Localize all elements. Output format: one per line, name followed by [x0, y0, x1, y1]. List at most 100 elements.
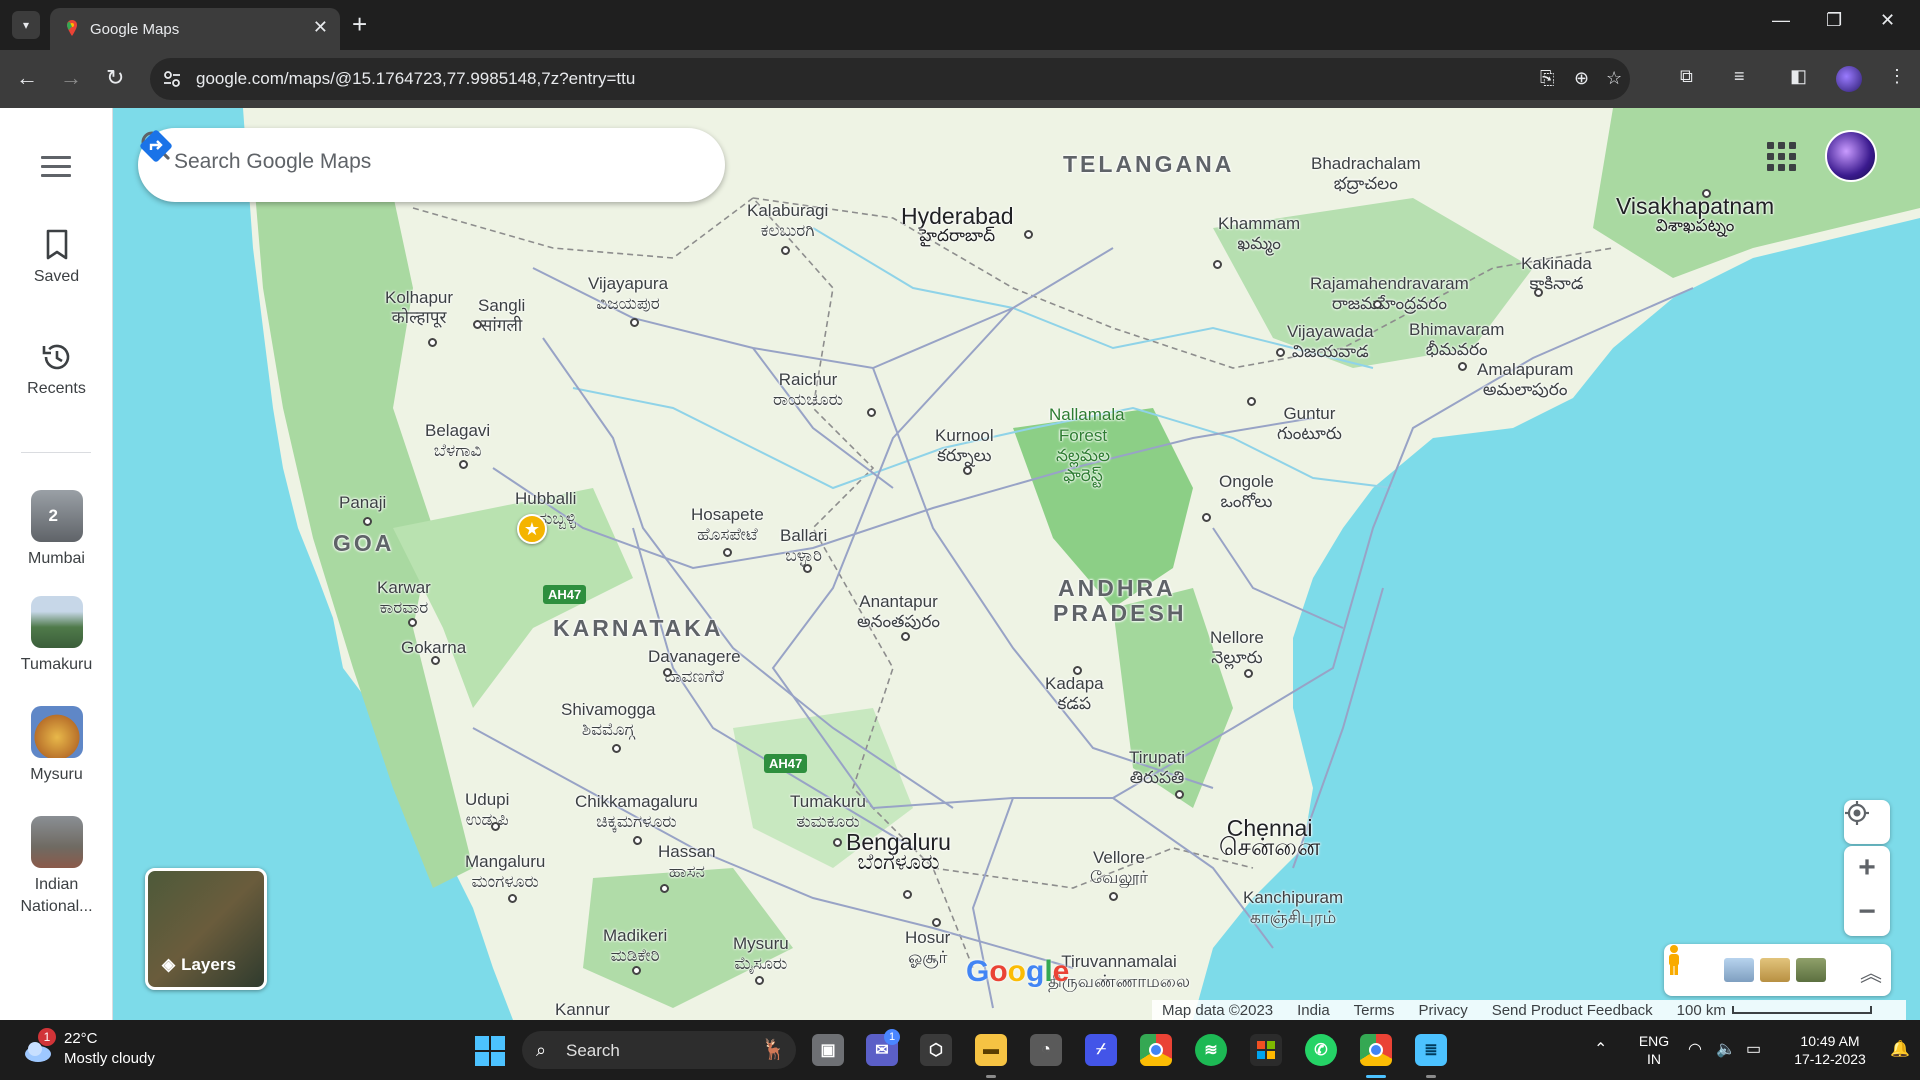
- place-sangli[interactable]: Sangli सांगली: [478, 296, 525, 336]
- place-gokarna[interactable]: Gokarna: [401, 638, 466, 658]
- place-panaji[interactable]: Panaji: [339, 493, 386, 513]
- minimize-icon[interactable]: —: [1772, 10, 1790, 31]
- account-avatar[interactable]: [1825, 130, 1877, 182]
- close-window-icon[interactable]: ✕: [1880, 10, 1895, 31]
- saved-place-star-pin[interactable]: ★: [517, 514, 547, 544]
- vscode-icon[interactable]: ⌿: [1085, 1034, 1117, 1066]
- place-vijayapura[interactable]: Vijayapura ವಿಜಯಪುರ: [588, 274, 668, 314]
- place-kadapa[interactable]: Kadapa కడప: [1045, 674, 1104, 714]
- hamburger-menu-icon[interactable]: [41, 156, 71, 183]
- forward-icon[interactable]: →: [60, 66, 82, 90]
- place-nallamala[interactable]: Nallamala: [1049, 405, 1125, 425]
- zoom-in-button[interactable]: +: [1844, 846, 1890, 890]
- clock-app-icon[interactable]: ◔: [1030, 1034, 1062, 1066]
- task-view-icon[interactable]: ▣: [812, 1034, 844, 1066]
- place-raichur[interactable]: Raichur ರಾಯಚೂರು: [773, 370, 843, 410]
- place-hosur[interactable]: Hosur ஓசூர்: [905, 928, 950, 968]
- sidebar-item-saved[interactable]: Saved: [0, 228, 113, 288]
- layers-button[interactable]: ◈ Layers: [145, 868, 267, 990]
- place-ongole[interactable]: Ongole ఒంగోలు: [1219, 472, 1274, 512]
- place-belagavi[interactable]: Belagavi ಬೆಳಗಾವಿ: [425, 421, 490, 461]
- my-location-button[interactable]: [1844, 800, 1890, 844]
- place-mysuru[interactable]: Mysuru ಮೈಸೂರು: [733, 934, 789, 974]
- media-control-icon[interactable]: ≡: [1734, 66, 1745, 87]
- tab-search-button[interactable]: ▾: [12, 11, 40, 39]
- back-icon[interactable]: ←: [16, 66, 38, 90]
- windows-start-icon[interactable]: [475, 1036, 505, 1066]
- search-input[interactable]: [174, 150, 534, 174]
- recent-place-mumbai[interactable]: 2 Mumbai: [0, 490, 113, 570]
- map-canvas[interactable]: TELANGANA KARNATAKA ANDHRA PRADESH GOA H…: [113, 108, 1920, 1020]
- expand-chevron-icon[interactable]: ︽: [1860, 956, 1882, 988]
- place-shivamogga[interactable]: Shivamogga ಶಿವಮೊಗ್ಗ: [561, 700, 656, 740]
- region-link[interactable]: India: [1297, 1002, 1330, 1019]
- place-vellore[interactable]: Vellore வேலூர்: [1090, 848, 1148, 888]
- place-bhimavaram[interactable]: Bhimavaram భీమవరం: [1409, 320, 1504, 360]
- install-app-icon[interactable]: ⎘: [1540, 68, 1554, 89]
- omnibox[interactable]: google.com/maps/@15.1764723,77.9985148,7…: [150, 58, 1630, 100]
- place-khammam[interactable]: Khammam ఖమ్మం: [1218, 214, 1300, 254]
- place-anantapur[interactable]: Anantapur అనంతపురం: [857, 592, 940, 632]
- chrome-profile-icon[interactable]: [1360, 1034, 1392, 1066]
- place-vijayawada[interactable]: Vijayawada విజయవాడ: [1287, 322, 1374, 362]
- side-panel-icon[interactable]: ◧: [1790, 66, 1807, 87]
- volume-icon[interactable]: 🔈: [1716, 1039, 1736, 1059]
- chrome-menu-icon[interactable]: ⋮: [1888, 66, 1906, 87]
- restore-icon[interactable]: ❐: [1826, 10, 1842, 31]
- place-guntur[interactable]: Guntur గుంటూరు: [1277, 404, 1342, 444]
- terms-link[interactable]: Terms: [1354, 1002, 1395, 1019]
- site-info-icon[interactable]: [162, 69, 182, 89]
- battery-icon[interactable]: ▭: [1746, 1039, 1761, 1059]
- place-amalapuram[interactable]: Amalapuram అమలాపురం: [1477, 360, 1573, 400]
- language-indicator[interactable]: ENG IN: [1634, 1032, 1674, 1068]
- place-davanagere[interactable]: Davanagere ದಾವಣಗೆರೆ: [648, 647, 741, 687]
- spotify-icon[interactable]: ≋: [1195, 1034, 1227, 1066]
- place-visakhapatnam[interactable]: Visakhapatnam విశాఖపట్నం: [1616, 195, 1774, 236]
- reload-icon[interactable]: ↻: [106, 66, 124, 90]
- microsoft-store-icon[interactable]: [1250, 1034, 1282, 1066]
- tab-google-maps[interactable]: Google Maps ✕: [50, 8, 340, 50]
- place-kannur[interactable]: Kannur: [555, 1000, 610, 1020]
- place-tirupati[interactable]: Tirupati తిరుపతి: [1129, 748, 1185, 788]
- place-bengaluru[interactable]: Bengaluru ಬೆಂಗಳೂರು: [846, 831, 951, 873]
- weather-description[interactable]: Mostly cloudy: [64, 1050, 155, 1067]
- place-kakinada[interactable]: Kakinada కాకినాడ: [1521, 254, 1592, 294]
- place-mangaluru[interactable]: Mangaluru ಮಂಗಳೂರು: [465, 852, 545, 892]
- google-apps-icon[interactable]: [1767, 142, 1797, 172]
- zoom-out-button[interactable]: −: [1844, 890, 1890, 934]
- whatsapp-icon[interactable]: ✆: [1305, 1034, 1337, 1066]
- taskbar-search[interactable]: ⌕ Search 🦌: [522, 1031, 796, 1069]
- place-ballari[interactable]: Ballari ಬಳ್ಳಾರಿ: [780, 526, 827, 566]
- place-kurnool[interactable]: Kurnool కర్నూలు: [935, 426, 994, 466]
- place-madikeri[interactable]: Madikeri ಮಡಿಕೇರಿ: [603, 926, 667, 966]
- wifi-icon[interactable]: ◠: [1688, 1039, 1702, 1059]
- place-kanchipuram[interactable]: Kanchipuram காஞ்சிபுரம்: [1243, 888, 1343, 928]
- weather-temperature[interactable]: 22°C: [64, 1030, 98, 1047]
- chrome-profile-avatar[interactable]: [1836, 66, 1862, 92]
- extensions-icon[interactable]: ⧉: [1680, 66, 1693, 87]
- place-hosapete[interactable]: Hosapete ಹೊಸಪೇಟೆ: [691, 505, 764, 545]
- notepad-icon[interactable]: ≣: [1415, 1034, 1447, 1066]
- new-tab-button[interactable]: +: [352, 10, 367, 38]
- imagery-thumb-terrain[interactable]: [1760, 958, 1790, 982]
- place-udupi[interactable]: Udupi ಉಡುಪಿ: [465, 790, 509, 830]
- place-rajamahendravaram[interactable]: Rajamahendravaram రాజమహేంద్రవరం: [1310, 274, 1469, 314]
- directions-icon[interactable]: [138, 128, 174, 164]
- unity-hub-icon[interactable]: ⬡: [920, 1034, 952, 1066]
- imagery-thumb-streetview[interactable]: [1724, 958, 1754, 982]
- tab-close-icon[interactable]: ✕: [313, 17, 328, 38]
- zoom-icon[interactable]: ⊕: [1574, 68, 1589, 89]
- place-hassan[interactable]: Hassan ಹಾಸನ: [658, 842, 716, 882]
- pegman-icon[interactable]: [1664, 944, 1684, 976]
- imagery-thumb-satellite[interactable]: [1796, 958, 1826, 982]
- privacy-link[interactable]: Privacy: [1419, 1002, 1468, 1019]
- place-tumakuru[interactable]: Tumakuru ತುಮಕೂರು: [790, 792, 866, 832]
- file-explorer-icon[interactable]: ▬: [975, 1034, 1007, 1066]
- bookmark-star-icon[interactable]: ☆: [1606, 68, 1622, 89]
- place-bhadrachalam[interactable]: Bhadrachalam భద్రాచలం: [1311, 154, 1421, 194]
- place-nallamala-forest[interactable]: Forest నల్లమల ఫారెస్ట్: [1053, 426, 1113, 486]
- send-feedback-link[interactable]: Send Product Feedback: [1492, 1002, 1653, 1019]
- place-chikkamagaluru[interactable]: Chikkamagaluru ಚಿಕ್ಕಮಗಳೂರು: [575, 792, 698, 832]
- place-hyderabad[interactable]: Hyderabad హైదరాబాద్: [901, 205, 1014, 246]
- scale-label[interactable]: 100 km: [1677, 1002, 1726, 1019]
